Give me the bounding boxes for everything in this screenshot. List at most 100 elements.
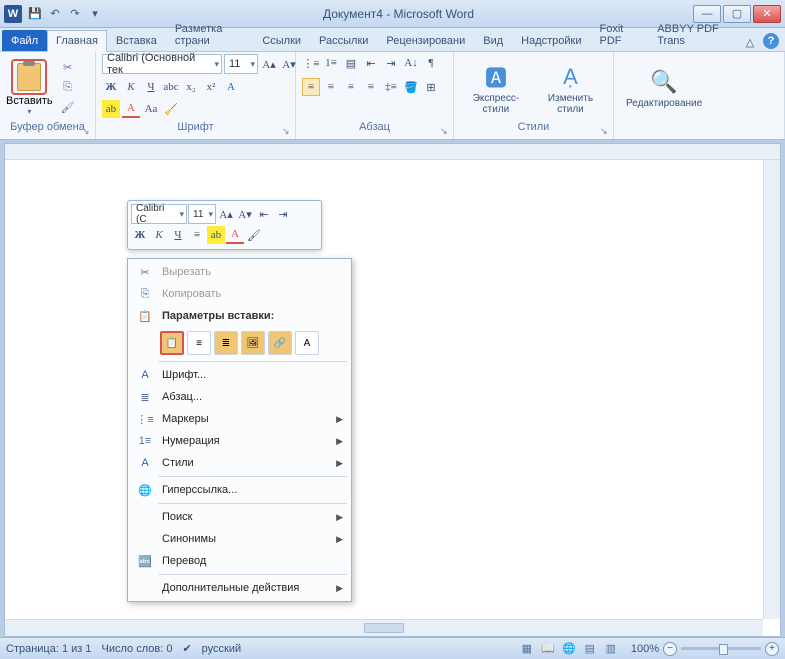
mini-format-painter-icon[interactable]: 🖌 [245, 226, 263, 244]
paste-use-dest-icon[interactable]: ≣ [214, 331, 238, 355]
font-name-combo[interactable]: Calibri (Основной тек [102, 54, 222, 74]
change-styles-button[interactable]: Ạ Изменить стили [534, 59, 607, 117]
tab-review[interactable]: Рецензировани [377, 30, 474, 51]
paste-link-icon[interactable]: 🔗 [268, 331, 292, 355]
tab-insert[interactable]: Вставка [107, 30, 166, 51]
paste-keep-source-icon[interactable]: 📋 [160, 331, 184, 355]
mini-font-combo[interactable]: Calibri (С [131, 204, 187, 224]
ctx-styles[interactable]: A Стили ▶ [130, 452, 349, 474]
strike-button[interactable]: abc [162, 78, 180, 96]
underline-button[interactable]: Ч [142, 78, 160, 96]
sort-icon[interactable]: A↓ [402, 54, 420, 72]
cut-icon[interactable]: ✂ [59, 59, 77, 77]
mini-italic-button[interactable]: К [150, 226, 168, 244]
multilevel-icon[interactable]: ▤ [342, 54, 360, 72]
mini-highlight-icon[interactable]: ab [207, 226, 225, 244]
tab-references[interactable]: Ссылки [253, 30, 310, 51]
tab-home[interactable]: Главная [47, 30, 107, 52]
clear-format-icon[interactable]: 🧹 [162, 100, 180, 118]
status-words[interactable]: Число слов: 0 [102, 643, 173, 655]
qat-more-icon[interactable]: ▾ [86, 5, 104, 23]
tab-mailings[interactable]: Рассылки [310, 30, 377, 51]
italic-button[interactable]: К [122, 78, 140, 96]
mini-shrink-font-icon[interactable]: A▾ [236, 205, 254, 223]
bold-button[interactable]: Ж [102, 78, 120, 96]
ctx-synonyms[interactable]: Синонимы ▶ [130, 528, 349, 550]
ctx-hyperlink[interactable]: 🌐 Гиперссылка... [130, 479, 349, 501]
mini-bold-button[interactable]: Ж [131, 226, 149, 244]
tab-foxit[interactable]: Foxit PDF [591, 18, 649, 51]
mini-font-color-icon[interactable]: A [226, 226, 244, 244]
view-draft-icon[interactable]: ▥ [601, 641, 621, 657]
mini-underline-button[interactable]: Ч [169, 226, 187, 244]
zoom-out-button[interactable]: − [663, 642, 677, 656]
view-print-icon[interactable]: ▦ [517, 641, 537, 657]
shading-icon[interactable]: 🪣 [402, 78, 420, 96]
font-launcher-icon[interactable]: ↘ [282, 126, 292, 136]
numbering-icon[interactable]: 1≡ [322, 54, 340, 72]
ctx-extra-actions[interactable]: Дополнительные действия ▶ [130, 577, 349, 599]
format-painter-icon[interactable]: 🖌 [59, 99, 77, 117]
subscript-button[interactable]: x₂ [182, 78, 200, 96]
tab-abbyy[interactable]: ABBYY PDF Trans [648, 18, 741, 51]
line-spacing-icon[interactable]: ‡≡ [382, 78, 400, 96]
spellcheck-icon[interactable]: ✔ [182, 642, 191, 655]
ctx-search[interactable]: Поиск ▶ [130, 506, 349, 528]
font-color-icon[interactable]: A [122, 100, 140, 118]
redo-icon[interactable]: ↷ [66, 5, 84, 23]
increase-indent-icon[interactable]: ⇥ [382, 54, 400, 72]
ctx-paragraph[interactable]: ≣ Абзац... [130, 386, 349, 408]
view-web-icon[interactable]: 🌐 [559, 641, 579, 657]
help-icon[interactable]: ? [763, 33, 779, 49]
view-read-icon[interactable]: 📖 [538, 641, 558, 657]
save-icon[interactable]: 💾 [26, 5, 44, 23]
horizontal-ruler[interactable] [5, 144, 780, 160]
align-right-icon[interactable]: ≡ [342, 78, 360, 96]
undo-icon[interactable]: ↶ [46, 5, 64, 23]
mini-size-combo[interactable]: 11 [188, 204, 216, 224]
ctx-bullets[interactable]: ⋮≡ Маркеры ▶ [130, 408, 349, 430]
mini-indent-dec-icon[interactable]: ⇤ [255, 205, 273, 223]
zoom-level[interactable]: 100% [631, 643, 659, 655]
paste-text-only-icon[interactable]: A [295, 331, 319, 355]
view-outline-icon[interactable]: ▤ [580, 641, 600, 657]
mini-indent-inc-icon[interactable]: ⇥ [274, 205, 292, 223]
text-effects-icon[interactable]: A [222, 78, 240, 96]
ctx-font[interactable]: A Шрифт... [130, 364, 349, 386]
editing-button[interactable]: 🔍 Редактирование [620, 64, 708, 111]
borders-icon[interactable]: ⊞ [422, 78, 440, 96]
paste-button[interactable]: Вставить ▾ [6, 59, 53, 116]
vertical-scrollbar[interactable] [763, 160, 780, 619]
para-launcher-icon[interactable]: ↘ [440, 126, 450, 136]
horizontal-scrollbar[interactable] [5, 619, 763, 636]
ctx-translate[interactable]: 🔤 Перевод [130, 550, 349, 572]
tab-addins[interactable]: Надстройки [512, 30, 590, 51]
paste-picture-icon[interactable]: 🖼 [241, 331, 265, 355]
status-language[interactable]: русский [202, 643, 241, 655]
mini-align-icon[interactable]: ≡ [188, 226, 206, 244]
grow-font-icon[interactable]: A▴ [260, 55, 278, 73]
bullets-icon[interactable]: ⋮≡ [302, 54, 320, 72]
align-left-icon[interactable]: ≡ [302, 78, 320, 96]
zoom-in-button[interactable]: + [765, 642, 779, 656]
express-styles-button[interactable]: 🅰 Экспресс-стили [460, 59, 532, 117]
zoom-slider[interactable] [681, 647, 761, 650]
tab-view[interactable]: Вид [474, 30, 512, 51]
superscript-button[interactable]: x² [202, 78, 220, 96]
paste-merge-icon[interactable]: ≡ [187, 331, 211, 355]
minimize-ribbon-icon[interactable]: △ [741, 33, 759, 51]
close-button[interactable]: ✕ [753, 5, 781, 23]
mini-grow-font-icon[interactable]: A▴ [217, 205, 235, 223]
font-size-combo[interactable]: 11 [224, 54, 258, 74]
tab-layout[interactable]: Разметка страни [166, 18, 254, 51]
decrease-indent-icon[interactable]: ⇤ [362, 54, 380, 72]
justify-icon[interactable]: ≡ [362, 78, 380, 96]
align-center-icon[interactable]: ≡ [322, 78, 340, 96]
copy-icon[interactable]: ⎘ [59, 79, 77, 97]
styles-launcher-icon[interactable]: ↘ [600, 126, 610, 136]
status-page[interactable]: Страница: 1 из 1 [6, 643, 92, 655]
show-marks-icon[interactable]: ¶ [422, 54, 440, 72]
highlight-icon[interactable]: ab [102, 100, 120, 118]
clipboard-launcher-icon[interactable]: ↘ [82, 126, 92, 136]
ctx-numbering[interactable]: 1≡ Нумерация ▶ [130, 430, 349, 452]
